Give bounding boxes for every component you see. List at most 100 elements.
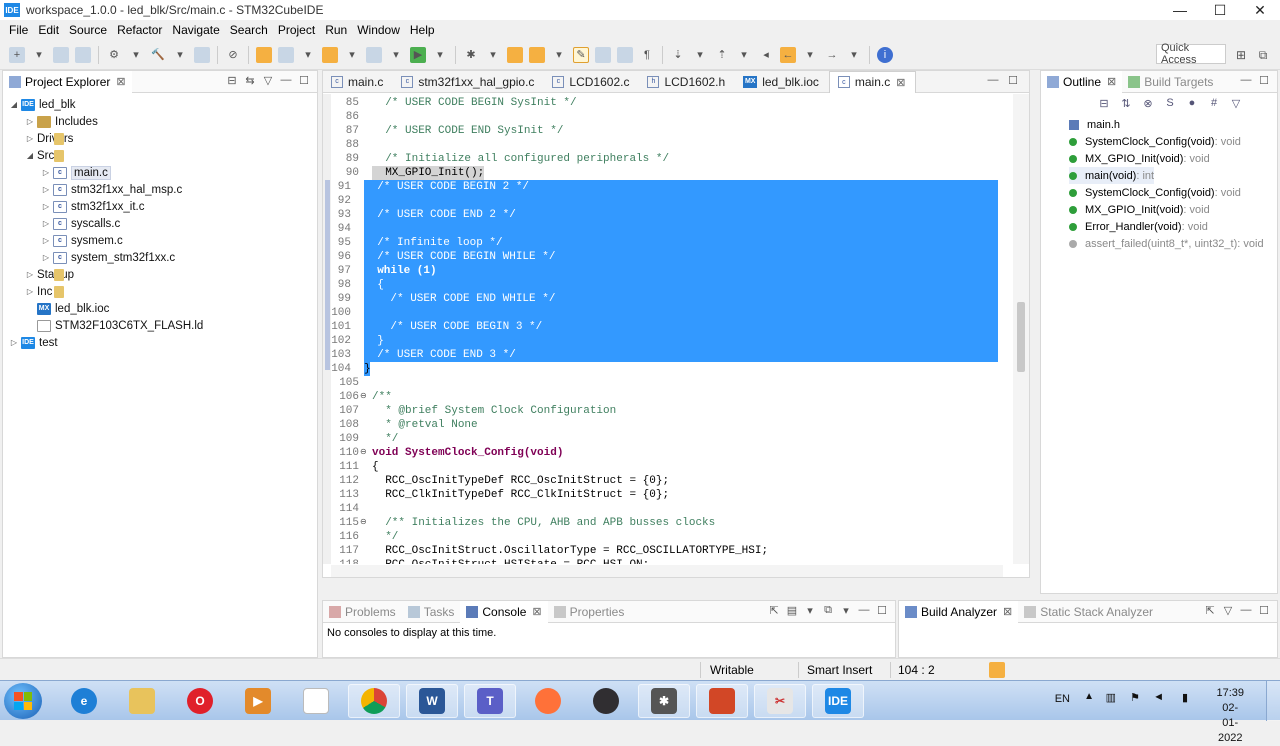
collapse-arrow-icon[interactable]: ▷ — [41, 202, 51, 211]
menu-file[interactable]: File — [4, 23, 33, 37]
close-icon[interactable]: ⊠ — [116, 75, 125, 88]
hide-fields-icon[interactable]: ⊗ — [1139, 97, 1157, 111]
group-icon[interactable]: # — [1205, 97, 1223, 111]
outline-item[interactable]: SystemClock_Config(void) : void — [1069, 133, 1241, 150]
start-button[interactable] — [4, 683, 42, 719]
new-class-icon[interactable] — [366, 46, 382, 63]
volume-icon[interactable]: ◄ — [1153, 691, 1164, 703]
tree-item[interactable]: ◢ Src — [25, 147, 64, 164]
collapse-arrow-icon[interactable]: ▷ — [25, 117, 35, 126]
view-menu-icon[interactable]: ▽ — [259, 74, 277, 87]
code-line[interactable]: 88 — [331, 138, 1005, 152]
collapse-arrow-icon[interactable]: ▷ — [41, 219, 51, 228]
build-hammer-icon[interactable]: 🔨 — [150, 47, 166, 63]
tab-tasks[interactable]: Tasks — [402, 601, 461, 623]
code-line[interactable]: 90 MX_GPIO_Init(); — [331, 166, 1005, 180]
code-line[interactable]: 96 /* USER CODE BEGIN WHILE */ — [338, 250, 998, 264]
menu-navigate[interactable]: Navigate — [167, 23, 224, 37]
dropdown-icon[interactable]: ▾ — [128, 47, 144, 63]
settings-icon[interactable]: ⚙ — [106, 47, 122, 63]
tree-item[interactable]: ▷ c syscalls.c — [41, 215, 120, 232]
minimize-view-icon[interactable]: — — [1237, 604, 1255, 617]
dropdown-icon[interactable]: ▾ — [344, 47, 360, 63]
next-annotation-icon[interactable]: ⇣ — [670, 47, 686, 63]
taskbar-word[interactable]: W — [406, 684, 458, 718]
outline-item[interactable]: MX_GPIO_Init(void) : void — [1069, 150, 1210, 167]
quick-access-field[interactable]: Quick Access — [1156, 42, 1226, 66]
code-line[interactable]: 114 — [331, 502, 1005, 516]
dropdown-icon[interactable]: ▾ — [300, 47, 316, 63]
taskbar-media[interactable]: ▶ — [232, 684, 284, 718]
dropdown-icon[interactable]: ▾ — [802, 47, 818, 63]
collapse-all-icon[interactable]: ⊟ — [1095, 97, 1113, 111]
code-line[interactable]: 113 RCC_ClkInitTypeDef RCC_ClkInitStruct… — [331, 488, 1005, 502]
dropdown-icon[interactable]: ▾ — [485, 47, 501, 63]
outline-item[interactable]: main(void) : int — [1069, 167, 1155, 184]
cpp-perspective-icon[interactable]: ⧉ — [1254, 46, 1272, 64]
menu-run[interactable]: Run — [320, 23, 352, 37]
collapse-all-icon[interactable]: ⊟ — [223, 74, 241, 87]
hide-nonpublic-icon[interactable]: ● — [1183, 97, 1201, 111]
code-line[interactable]: 93 /* USER CODE END 2 */ — [338, 208, 998, 222]
taskbar-notepad[interactable] — [290, 684, 342, 718]
code-line[interactable]: 91 /* USER CODE BEGIN 2 */ — [338, 180, 998, 194]
tree-item[interactable]: STM32F103C6TX_FLASH.ld — [25, 317, 203, 334]
dropdown-icon[interactable]: ▾ — [172, 47, 188, 63]
forward-icon[interactable]: → — [824, 47, 840, 63]
code-line[interactable]: 110 ⊖ void SystemClock_Config(void) — [331, 446, 1005, 460]
flag-icon[interactable]: ⚑ — [1130, 691, 1140, 704]
code-line[interactable]: 85 /* USER CODE BEGIN SysInit */ — [331, 96, 1005, 110]
collapse-arrow-icon[interactable]: ▷ — [41, 168, 51, 177]
collapse-arrow-icon[interactable]: ▷ — [41, 185, 51, 194]
taskbar-obs[interactable] — [580, 684, 632, 718]
tree-item[interactable]: ▷ c main.c — [41, 164, 111, 181]
collapse-arrow-icon[interactable]: ▷ — [41, 253, 51, 262]
editor-tab[interactable]: MX led_blk.ioc — [735, 71, 829, 93]
editor-tab[interactable]: c stm32f1xx_hal_gpio.c — [393, 71, 544, 93]
menu-help[interactable]: Help — [405, 23, 440, 37]
signal-icon[interactable]: ▮ — [1182, 691, 1188, 704]
back-icon[interactable]: ← — [780, 46, 796, 63]
pin-icon[interactable]: ⇱ — [1201, 604, 1219, 617]
code-line[interactable]: 99 /* USER CODE END WHILE */ — [338, 292, 998, 306]
vertical-scrollbar[interactable] — [1013, 94, 1029, 564]
tree-item[interactable]: ▷Drivers — [25, 130, 73, 147]
search-icon[interactable] — [529, 46, 545, 63]
device-config-icon[interactable] — [256, 46, 272, 63]
view-menu-icon[interactable]: ▽ — [1227, 97, 1245, 111]
tab-console[interactable]: Console ⊠ — [460, 600, 548, 623]
outline-item[interactable]: MX_GPIO_Init(void) : void — [1069, 201, 1210, 218]
dropdown-icon[interactable]: ▾ — [31, 47, 47, 63]
tab-build-targets[interactable]: Build Targets — [1122, 71, 1219, 93]
fold-toggle-icon[interactable]: ⊖ — [360, 446, 370, 460]
close-icon[interactable]: ⊠ — [1003, 605, 1012, 618]
tab-outline[interactable]: Outline ⊠ — [1041, 70, 1123, 93]
code-line[interactable]: 97 while (1) — [338, 264, 998, 278]
taskbar-opera[interactable]: O — [174, 684, 226, 718]
code-line[interactable]: 118 RCC_OscInitStruct.HSIState = RCC_HSI… — [331, 558, 1005, 564]
tray-expand-icon[interactable]: ▲ — [1084, 691, 1094, 702]
view-menu-icon[interactable]: ▽ — [1219, 604, 1237, 617]
tab-project-explorer[interactable]: Project Explorer ⊠ — [3, 70, 132, 93]
dropdown-icon[interactable]: ▾ — [692, 47, 708, 63]
taskbar-firefox[interactable] — [522, 684, 574, 718]
save-all-icon[interactable] — [75, 46, 91, 63]
link-editor-icon[interactable]: ⇆ — [241, 74, 259, 87]
outline-item[interactable]: main.h — [1069, 116, 1120, 133]
horizontal-scrollbar[interactable] — [331, 565, 1003, 577]
tab-static-stack-analyzer[interactable]: Static Stack Analyzer — [1018, 601, 1159, 623]
code-line[interactable]: 87 /* USER CODE END SysInit */ — [331, 124, 1005, 138]
close-icon[interactable]: ⊠ — [532, 605, 541, 618]
open-type-icon[interactable] — [507, 46, 523, 63]
minimize-view-icon[interactable]: — — [1237, 74, 1255, 87]
last-edit-icon[interactable]: ◂ — [758, 47, 774, 63]
menu-project[interactable]: Project — [273, 23, 320, 37]
close-icon[interactable]: ⊠ — [896, 76, 905, 89]
code-line[interactable]: 98 { — [338, 278, 998, 292]
menu-edit[interactable]: Edit — [33, 23, 64, 37]
editor-tab-active[interactable]: c main.c ⊠ — [828, 70, 917, 93]
taskbar-explorer[interactable] — [116, 684, 168, 718]
menu-search[interactable]: Search — [225, 23, 273, 37]
taskbar-app[interactable]: ✱ — [638, 684, 690, 718]
expand-arrow-icon[interactable]: ◢ — [9, 100, 19, 109]
